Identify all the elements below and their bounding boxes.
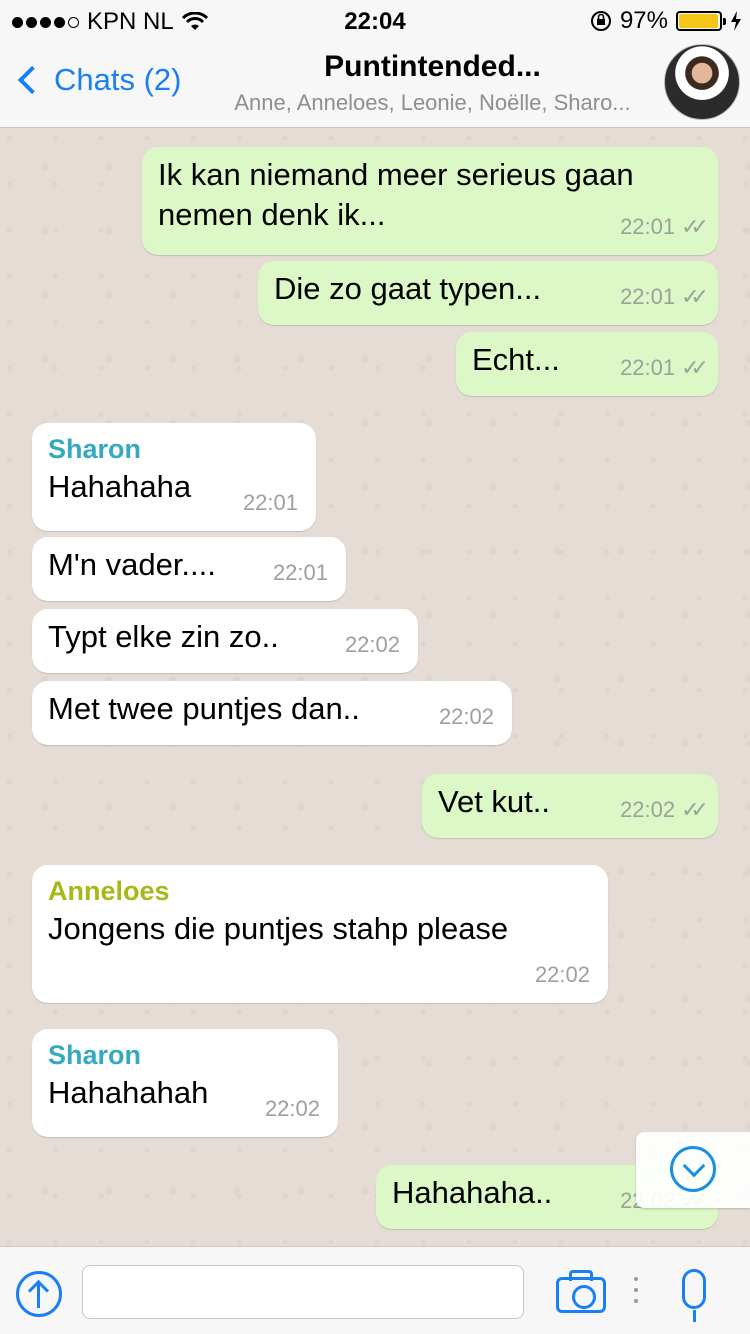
message-time: 22:01: [272, 560, 328, 585]
message-text: Met twee puntjes dan..: [48, 691, 360, 726]
double-check-icon: ✓✓: [681, 797, 709, 822]
message-time: 22:01: [620, 214, 676, 239]
message-bubble[interactable]: Sharon Hahahahah 22:02: [32, 1029, 338, 1137]
message-text: Jongens die puntjes stahp please: [48, 911, 509, 946]
status-right: 97%: [590, 7, 742, 35]
message-time: 22:01: [620, 355, 676, 380]
message-bubble[interactable]: Typt elke zin zo.. 22:02: [32, 609, 418, 673]
message-bubble[interactable]: Met twee puntjes dan.. 22:02: [32, 681, 512, 745]
chevron-left-icon: [17, 65, 47, 95]
separator-dots-icon: [632, 1277, 640, 1310]
message-meta: 22:01 ✓✓: [620, 348, 709, 388]
status-bar: KPN NL 22:04 97%: [0, 0, 750, 40]
chevron-down-circle-icon: [670, 1146, 716, 1192]
battery-icon: [676, 11, 726, 31]
message-bubble[interactable]: Echt... 22:01 ✓✓: [456, 332, 718, 396]
message-input-bar: [0, 1246, 750, 1334]
message-meta: 22:02: [345, 625, 400, 665]
message-list[interactable]: Ik kan niemand meer serieus gaan nemen d…: [0, 129, 750, 1246]
message-time: 22:01: [620, 284, 676, 309]
message-bubble[interactable]: Anneloes Jongens die puntjes stahp pleas…: [32, 865, 608, 1003]
message-bubble[interactable]: M'n vader.... 22:01: [32, 537, 346, 601]
microphone-icon[interactable]: [682, 1269, 706, 1322]
message-bubble[interactable]: Die zo gaat typen... 22:01 ✓✓: [258, 261, 718, 325]
scroll-to-bottom-button[interactable]: [636, 1132, 750, 1208]
message-time: 22:02: [344, 632, 400, 657]
message-time: 22:01: [242, 490, 298, 515]
message-meta: 22:02: [439, 697, 494, 737]
message-bubble[interactable]: Sharon Hahahaha 22:01: [32, 423, 316, 531]
message-time: 22:02: [438, 704, 494, 729]
message-input[interactable]: [82, 1265, 524, 1319]
camera-icon[interactable]: [556, 1270, 606, 1313]
double-check-icon: ✓✓: [681, 214, 709, 239]
sender-name: Anneloes: [48, 876, 170, 906]
message-time: 22:02: [620, 797, 676, 822]
battery-fill: [679, 14, 718, 28]
chat-header: Chats (2) Puntintended... Anne, Anneloes…: [0, 40, 750, 128]
message-bubble[interactable]: Vet kut.. 22:02 ✓✓: [422, 774, 718, 838]
message-meta: 22:02: [265, 1089, 320, 1129]
double-check-icon: ✓✓: [681, 355, 709, 380]
message-bubble[interactable]: Ik kan niemand meer serieus gaan nemen d…: [142, 147, 718, 255]
message-time: 22:02: [264, 1096, 320, 1121]
rotation-lock-icon: [590, 11, 611, 31]
message-time: 22:02: [534, 962, 590, 987]
share-up-icon[interactable]: [16, 1271, 62, 1317]
sender-name: Sharon: [48, 1040, 142, 1070]
message-meta: 22:01 ✓✓: [620, 277, 709, 317]
double-check-icon: ✓✓: [681, 284, 709, 309]
back-label: Chats (2): [54, 62, 182, 97]
message-meta: 22:01 ✓✓: [620, 207, 709, 247]
chat-participants: Anne, Anneloes, Leonie, Noëlle, Sharo...: [234, 90, 631, 115]
back-button[interactable]: Chats (2): [14, 62, 181, 98]
message-meta: 22:01: [243, 483, 298, 523]
charging-bolt-icon: [731, 11, 741, 31]
message-meta: 22:01: [273, 553, 328, 593]
battery-percent: 97%: [619, 7, 668, 34]
message-meta: 22:02 ✓✓: [620, 790, 709, 830]
message-meta: 22:02: [535, 955, 590, 995]
sender-name: Sharon: [48, 434, 142, 464]
chat-title: Puntintended...: [324, 50, 541, 83]
chat-title-block[interactable]: Puntintended... Anne, Anneloes, Leonie, …: [205, 50, 660, 116]
group-avatar-icon[interactable]: [664, 44, 740, 120]
